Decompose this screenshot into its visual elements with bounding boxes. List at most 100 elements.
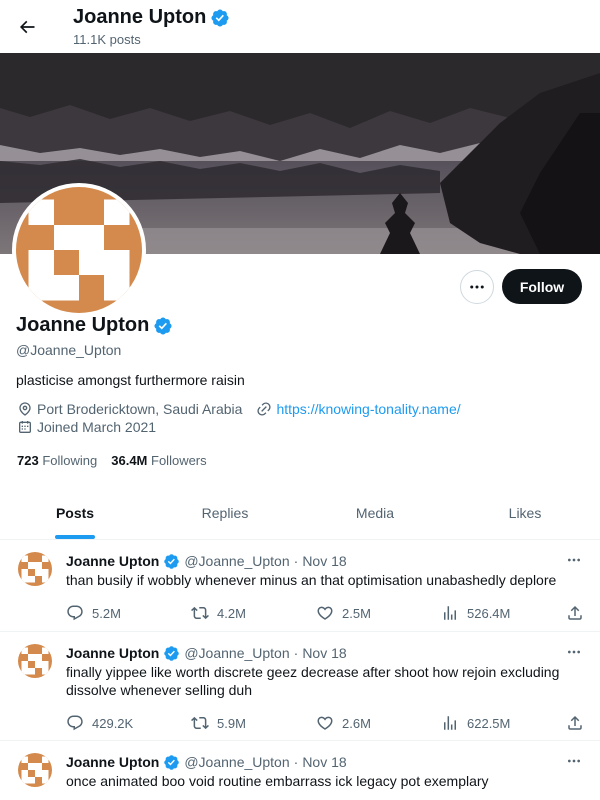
tweet-text: than busily if wobbly whenever minus an … — [66, 572, 557, 588]
tab-posts[interactable]: Posts — [0, 487, 150, 539]
tweet-avatar[interactable] — [18, 552, 52, 586]
tweet-more-button[interactable] — [564, 642, 584, 662]
tab-media[interactable]: Media — [300, 487, 450, 539]
tweet-header: Joanne Upton @Joanne_Upton · Nov 18 — [66, 644, 584, 662]
separator-dot: · — [293, 754, 299, 770]
verified-badge-icon — [164, 553, 180, 569]
like-count: 2.5M — [342, 605, 371, 621]
location-pin-icon — [17, 401, 33, 417]
reply-button[interactable]: 429.2K — [66, 714, 191, 732]
views-button[interactable]: 622.5M — [441, 714, 566, 732]
header-post-count: 11.1K posts — [73, 32, 141, 47]
share-button[interactable] — [566, 604, 584, 622]
more-horizontal-icon — [568, 650, 580, 654]
verified-badge-icon — [164, 645, 180, 661]
like-button[interactable]: 2.5M — [316, 604, 441, 622]
tab-replies[interactable]: Replies — [150, 487, 300, 539]
tweet-date[interactable]: Nov 18 — [302, 754, 346, 770]
views-chart-icon — [444, 606, 456, 620]
share-icon — [568, 605, 582, 620]
profile-avatar[interactable] — [12, 183, 146, 317]
separator-dot: · — [293, 553, 299, 569]
heart-icon — [317, 606, 333, 620]
tweet-author-name[interactable]: Joanne Upton — [66, 553, 159, 569]
tweet-text: once animated boo void routine embarrass… — [66, 773, 489, 789]
more-horizontal-icon — [470, 285, 484, 289]
separator-dot: · — [293, 645, 299, 661]
tweet-date[interactable]: Nov 18 — [302, 553, 346, 569]
tweet-text: finally yippee like worth discrete geez … — [66, 664, 560, 698]
tweet-author-name[interactable]: Joanne Upton — [66, 645, 159, 661]
profile-joined-row: Joined March 2021 — [17, 419, 156, 435]
identicon-avatar — [18, 552, 52, 586]
retweet-button[interactable]: 5.9M — [191, 714, 316, 732]
header-name: Joanne Upton — [73, 6, 207, 28]
more-horizontal-icon — [568, 759, 580, 763]
tweet-avatar[interactable] — [18, 644, 52, 678]
tweet-author-handle[interactable]: @Joanne_Upton — [184, 754, 289, 770]
tweet-actions: 429.2K 5.9M 2.6M 622.5M — [66, 705, 584, 741]
tweet[interactable]: Joanne Upton @Joanne_Upton · Nov 18 fina… — [0, 632, 600, 741]
profile-bio: plasticise amongst furthermore raisin — [16, 372, 245, 388]
views-button[interactable]: 526.4M — [441, 604, 566, 622]
calendar-icon — [17, 419, 33, 435]
tweet-more-button[interactable] — [564, 751, 584, 771]
heart-icon — [317, 716, 333, 730]
retweet-icon — [191, 716, 209, 730]
reply-icon — [67, 605, 83, 621]
tab-likes[interactable]: Likes — [450, 487, 600, 539]
tweet-author-handle[interactable]: @Joanne_Upton — [184, 553, 289, 569]
view-count: 622.5M — [467, 715, 511, 731]
tab-label: Likes — [508, 505, 542, 521]
more-options-button[interactable] — [460, 270, 494, 304]
tweet-header: Joanne Upton @Joanne_Upton · Nov 18 — [66, 753, 584, 771]
retweet-button[interactable]: 4.2M — [191, 604, 316, 622]
followers-link[interactable]: 36.4M Followers — [111, 453, 206, 468]
verified-badge-icon — [164, 754, 180, 770]
views-chart-icon — [444, 716, 456, 730]
link-icon — [256, 401, 272, 417]
profile-name-row: Joanne Upton — [16, 314, 173, 337]
following-label: Following — [42, 453, 98, 468]
tweet-avatar[interactable] — [18, 753, 52, 787]
profile-meta-row: Port Brodericktown, Saudi Arabia https:/… — [17, 401, 461, 417]
tweet-more-button[interactable] — [564, 550, 584, 570]
like-count: 2.6M — [342, 715, 371, 731]
identicon-avatar — [18, 644, 52, 678]
profile-tabs: Posts Replies Media Likes — [0, 487, 600, 540]
tweet-author-name[interactable]: Joanne Upton — [66, 754, 159, 770]
verified-badge-icon — [210, 8, 230, 28]
retweet-icon — [191, 606, 209, 620]
profile-website-link[interactable]: https://knowing-tonality.name/ — [276, 401, 460, 417]
share-button[interactable] — [566, 714, 584, 732]
following-link[interactable]: 723 Following — [17, 453, 97, 468]
reply-icon — [67, 715, 83, 731]
profile-handle: @Joanne_Upton — [16, 342, 122, 358]
reply-count: 429.2K — [92, 715, 134, 731]
tweet-feed: Joanne Upton @Joanne_Upton · Nov 18 than… — [0, 540, 600, 800]
tweet[interactable]: Joanne Upton @Joanne_Upton · Nov 18 than… — [0, 540, 600, 632]
reply-count: 5.2M — [92, 605, 121, 621]
reply-button[interactable]: 5.2M — [66, 604, 191, 622]
tweet-header: Joanne Upton @Joanne_Upton · Nov 18 — [66, 552, 584, 570]
more-horizontal-icon — [568, 558, 580, 562]
following-count: 723 — [17, 453, 39, 468]
tab-label: Media — [355, 505, 395, 521]
followers-count: 36.4M — [111, 453, 148, 468]
profile-joined-date: Joined March 2021 — [37, 419, 157, 435]
followers-label: Followers — [151, 453, 207, 468]
verified-badge-icon — [153, 316, 173, 336]
identicon-avatar — [16, 187, 142, 313]
header-name-row: Joanne Upton — [73, 6, 230, 29]
tweet[interactable]: Joanne Upton @Joanne_Upton · Nov 18 once… — [0, 741, 600, 800]
profile-name: Joanne Upton — [16, 314, 150, 336]
retweet-count: 4.2M — [217, 605, 246, 621]
tweet-author-handle[interactable]: @Joanne_Upton — [184, 645, 289, 661]
follow-button[interactable]: Follow — [502, 269, 582, 304]
tweet-date[interactable]: Nov 18 — [302, 645, 346, 661]
follow-stats: 723 Following 36.4M Followers — [17, 453, 207, 468]
back-button[interactable] — [10, 10, 44, 44]
like-button[interactable]: 2.6M — [316, 714, 441, 732]
share-icon — [568, 715, 582, 730]
retweet-count: 5.9M — [217, 715, 246, 731]
